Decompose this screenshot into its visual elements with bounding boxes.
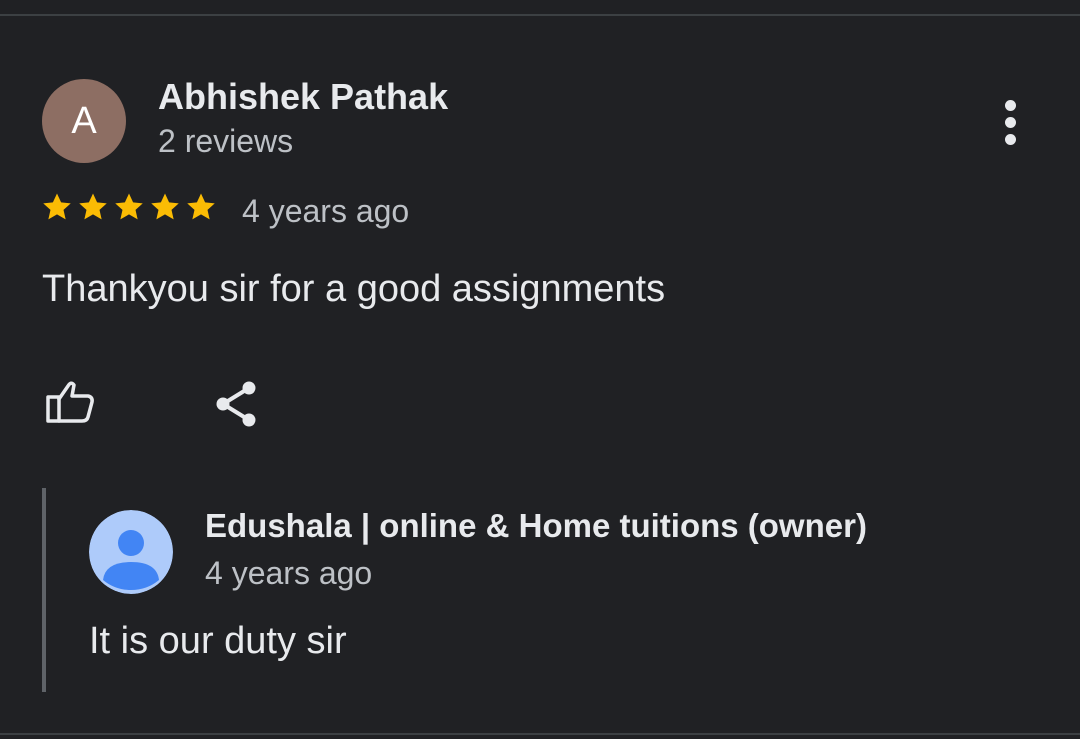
owner-avatar[interactable] [89,510,173,594]
reply-indent-bar [42,488,46,692]
like-button[interactable] [40,376,98,430]
review-card: A Abhishek Pathak 2 reviews 4 years ago … [0,0,1080,739]
share-icon [216,381,256,427]
more-options-button[interactable] [988,96,1032,148]
star-rating [40,190,218,224]
owner-name: Edushala | online & Home tuitions (owner… [205,507,867,544]
review-text: Thankyou sir for a good assignments [42,268,666,310]
star-icon [43,193,71,220]
star-icon [187,193,215,220]
star-icon [79,193,107,220]
owner-reply-time: 4 years ago [205,555,373,591]
default-profile-icon [89,510,173,594]
reviewer-avatar[interactable]: A [42,79,126,163]
star-icon [115,193,143,220]
review-time: 4 years ago [242,193,410,229]
review-count: 2 reviews [158,123,294,159]
more-vertical-icon [1004,99,1016,111]
owner-reply-text: It is our duty sir [89,620,347,662]
reviewer-name[interactable]: Abhishek Pathak [158,76,448,118]
star-icon [151,193,179,220]
bottom-divider [0,733,1080,735]
avatar-initial: A [71,99,97,142]
top-divider [0,14,1080,16]
thumbs-up-icon [46,381,94,423]
share-button[interactable] [208,376,266,434]
